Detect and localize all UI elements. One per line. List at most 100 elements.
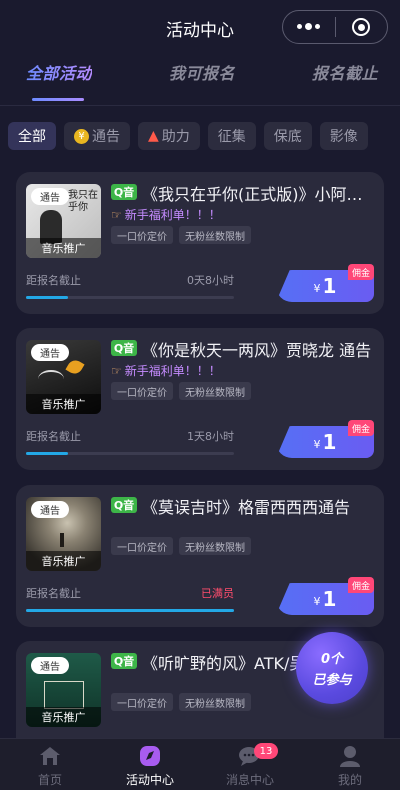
nav-label: 首页: [37, 773, 62, 787]
page-title: 活动中心: [166, 20, 234, 41]
chip-label: 征集: [217, 129, 246, 145]
tag: 一口价定价: [111, 382, 173, 400]
welfare-line: ☞ 新手福利单！！！: [111, 206, 221, 223]
progress-bar: [26, 296, 234, 299]
progress-bar: [26, 609, 234, 612]
joined-count: 0个: [320, 652, 344, 667]
card-title: 《我只在乎你(正式版)》小阿七 通告: [142, 185, 374, 204]
nav-item-messages[interactable]: 消息中心 13: [200, 739, 300, 790]
thumbs-up-icon: ☞: [111, 363, 122, 378]
deadline-label: 距报名截止: [26, 430, 81, 443]
flame-icon: ▲: [148, 128, 159, 144]
chip-label: 保底: [273, 129, 302, 145]
coin-icon: ¥: [74, 128, 89, 144]
welfare-line: ☞ 新手福利单！！！: [111, 362, 221, 379]
tag: 无粉丝数限制: [179, 226, 251, 244]
nav-label: 消息中心: [225, 773, 274, 787]
cover-image: 通告 音乐推广: [26, 497, 101, 571]
deadline-value: 1天8小时: [187, 430, 234, 443]
notice-badge: 通告: [31, 344, 69, 361]
activity-card[interactable]: 我只在乎你 通告 音乐推广 Q音 《我只在乎你(正式版)》小阿七 通告 ☞ 新手福…: [16, 172, 384, 314]
activity-tabs: 全部活动 我可报名 报名截止: [0, 60, 400, 100]
progress-fill: [26, 609, 234, 612]
chip-label: 助力: [161, 129, 190, 145]
welfare-text: 新手福利单！！！: [124, 208, 221, 222]
chip-label: 影像: [329, 129, 358, 145]
commission-badge: 佣金: [348, 577, 374, 593]
active-tab-indicator: [32, 98, 84, 101]
commission-badge: 佣金: [348, 420, 374, 436]
music-promo-label: 音乐推广: [26, 394, 101, 414]
tabs-divider: [0, 105, 400, 106]
home-icon: [38, 745, 62, 767]
thumbs-up-icon: ☞: [111, 207, 122, 222]
qq-music-badge: Q音: [111, 653, 137, 669]
chip-label: 全部: [18, 129, 46, 145]
tag: 无粉丝数限制: [179, 693, 251, 711]
activity-card[interactable]: 通告 音乐推广 Q音 《你是秋天一两风》贾晓龙 通告 ☞ 新手福利单！！！ 一口价…: [16, 328, 384, 470]
music-promo-label: 音乐推广: [26, 707, 101, 727]
close-miniprogram-icon[interactable]: [335, 18, 387, 36]
filter-chip-video[interactable]: 影像: [319, 122, 368, 150]
nav-label: 活动中心: [125, 773, 174, 787]
top-bar: 活动中心: [0, 0, 400, 56]
chip-label: 通告: [92, 129, 120, 145]
tag: 无粉丝数限制: [179, 537, 251, 555]
filter-chip-boost[interactable]: ▲ 助力: [138, 122, 200, 150]
tag: 一口价定价: [111, 693, 173, 711]
notice-badge: 通告: [31, 657, 69, 674]
nav-item-profile[interactable]: 我的: [300, 739, 400, 790]
tag-list: 一口价定价 无粉丝数限制: [111, 693, 251, 711]
card-title: 《你是秋天一两风》贾晓龙 通告: [142, 341, 372, 360]
deadline-value: 0天8小时: [187, 274, 234, 287]
music-promo-label: 音乐推广: [26, 551, 101, 571]
notice-badge: 通告: [31, 501, 69, 518]
tab-can-register[interactable]: 我可报名: [169, 60, 235, 100]
filter-chip-notice[interactable]: ¥ 通告: [64, 122, 130, 150]
welfare-text: 新手福利单！！！: [124, 364, 221, 378]
tag-list: 一口价定价 无粉丝数限制: [111, 537, 251, 555]
price-amount: 1: [322, 274, 337, 298]
unread-badge: 13: [254, 743, 278, 759]
qq-music-badge: Q音: [111, 184, 137, 200]
price-amount: 1: [322, 587, 337, 611]
filter-chip-collect[interactable]: 征集: [207, 122, 256, 150]
joined-label: 已参与: [312, 673, 352, 688]
qq-music-badge: Q音: [111, 340, 137, 356]
cover-image: 我只在乎你 通告 音乐推广: [26, 184, 101, 258]
card-title: 《莫误吉时》格雷西西西通告: [142, 498, 351, 517]
nav-item-activity-center[interactable]: 活动中心: [100, 739, 200, 790]
tag: 一口价定价: [111, 226, 173, 244]
music-promo-label: 音乐推广: [26, 238, 101, 258]
qq-music-badge: Q音: [111, 497, 137, 513]
tag-list: 一口价定价 无粉丝数限制: [111, 382, 251, 400]
tab-registration-closed[interactable]: 报名截止: [312, 60, 378, 100]
notice-badge: 通告: [31, 188, 69, 205]
nav-item-home[interactable]: 首页: [0, 739, 100, 790]
deadline-value: 已满员: [201, 587, 234, 600]
filter-chips: 全部 ¥ 通告 ▲ 助力 征集 保底 影像: [8, 122, 368, 150]
tag: 无粉丝数限制: [179, 382, 251, 400]
activity-card[interactable]: 通告 音乐推广 Q音 《莫误吉时》格雷西西西通告 一口价定价 无粉丝数限制 距报…: [16, 485, 384, 627]
progress-fill: [26, 296, 68, 299]
joined-count-button[interactable]: 0个 已参与: [296, 632, 368, 704]
more-menu-icon[interactable]: [283, 23, 335, 30]
deadline-label: 距报名截止: [26, 587, 81, 600]
tag: 一口价定价: [111, 537, 173, 555]
nav-label: 我的: [337, 773, 362, 787]
filter-chip-guarantee[interactable]: 保底: [263, 122, 312, 150]
filter-chip-all[interactable]: 全部: [8, 122, 56, 150]
cover-text: 我只在乎你: [68, 190, 98, 213]
deadline-label: 距报名截止: [26, 274, 81, 287]
tag-list: 一口价定价 无粉丝数限制: [111, 226, 251, 244]
activity-icon: [138, 745, 162, 767]
currency-symbol: ¥: [313, 281, 321, 295]
cover-image: 通告 音乐推广: [26, 653, 101, 727]
progress-bar: [26, 452, 234, 455]
commission-badge: 佣金: [348, 264, 374, 280]
price-amount: 1: [322, 430, 337, 454]
progress-fill: [26, 452, 68, 455]
tab-all-activities[interactable]: 全部活动: [26, 60, 92, 100]
currency-symbol: ¥: [313, 594, 321, 608]
cover-image: 通告 音乐推广: [26, 340, 101, 414]
